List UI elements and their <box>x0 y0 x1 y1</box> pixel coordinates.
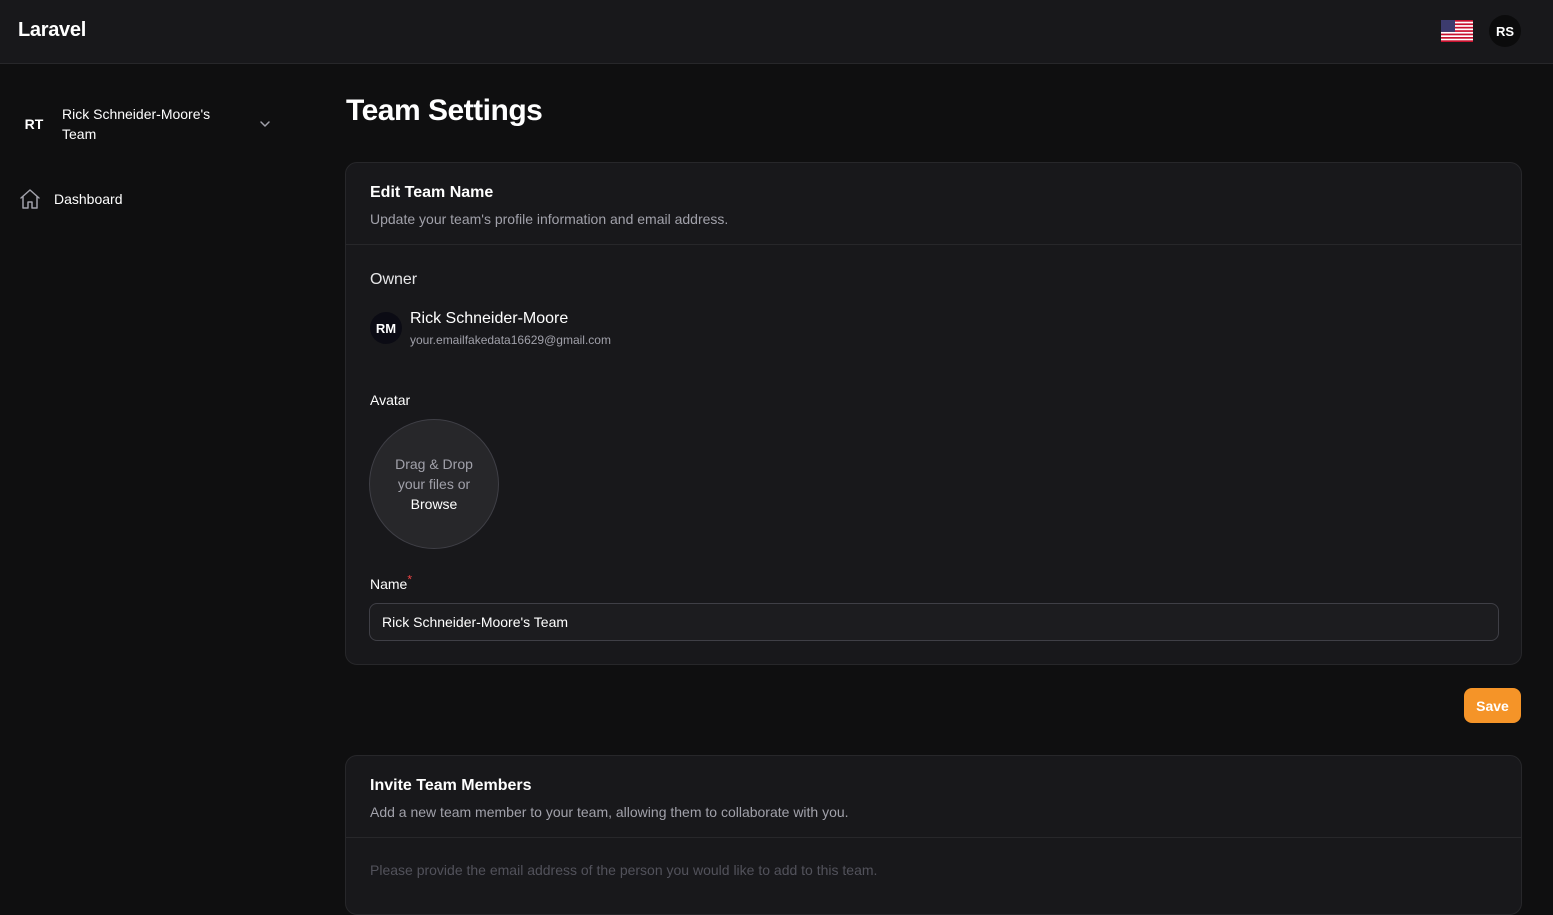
owner-label: Owner <box>370 271 418 288</box>
required-marker: * <box>407 572 413 587</box>
card-description: Update your team's profile information a… <box>370 211 729 227</box>
name-label-text: Name <box>370 576 408 592</box>
team-name-input[interactable] <box>369 603 1499 641</box>
owner-avatar: RM <box>370 312 402 344</box>
card-header: Invite Team Members Add a new team membe… <box>346 756 1521 838</box>
card-title: Invite Team Members <box>370 777 532 794</box>
invite-members-card: Invite Team Members Add a new team membe… <box>345 755 1522 915</box>
brand-logo[interactable]: Laravel <box>18 19 86 42</box>
team-avatar: RT <box>24 116 44 132</box>
sidebar-item-label: Dashboard <box>54 191 123 207</box>
name-label: Name* <box>370 573 412 592</box>
page-title: Team Settings <box>346 94 543 127</box>
team-switcher[interactable]: RT Rick Schneider-Moore's Team <box>14 100 284 148</box>
card-header: Edit Team Name Update your team's profil… <box>346 163 1521 245</box>
team-name: Rick Schneider-Moore's Team <box>62 106 211 142</box>
owner-email: your.emailfakedata16629@gmail.com <box>410 333 611 347</box>
sidebar: RT Rick Schneider-Moore's Team Dashboard <box>0 64 300 899</box>
card-description: Add a new team member to your team, allo… <box>370 804 849 820</box>
top-bar: Laravel RS <box>0 0 1553 64</box>
us-flag-icon[interactable] <box>1441 20 1473 42</box>
user-avatar[interactable]: RS <box>1489 15 1521 47</box>
avatar-dropzone[interactable]: Drag & Drop your files or Browse <box>369 419 499 549</box>
browse-link[interactable]: Browse <box>411 494 458 514</box>
sidebar-item-dashboard[interactable]: Dashboard <box>18 186 278 212</box>
owner-name: Rick Schneider-Moore <box>410 310 569 327</box>
save-button[interactable]: Save <box>1464 688 1521 723</box>
invite-note: Please provide the email address of the … <box>370 862 878 878</box>
dropzone-text-line1: Drag & Drop <box>395 456 473 472</box>
dropzone-text-line2: your files or <box>397 476 471 492</box>
chevron-down-icon <box>260 121 270 127</box>
card-title: Edit Team Name <box>370 184 494 201</box>
edit-team-card: Edit Team Name Update your team's profil… <box>345 162 1522 665</box>
home-icon <box>20 189 40 209</box>
avatar-label: Avatar <box>370 392 411 408</box>
